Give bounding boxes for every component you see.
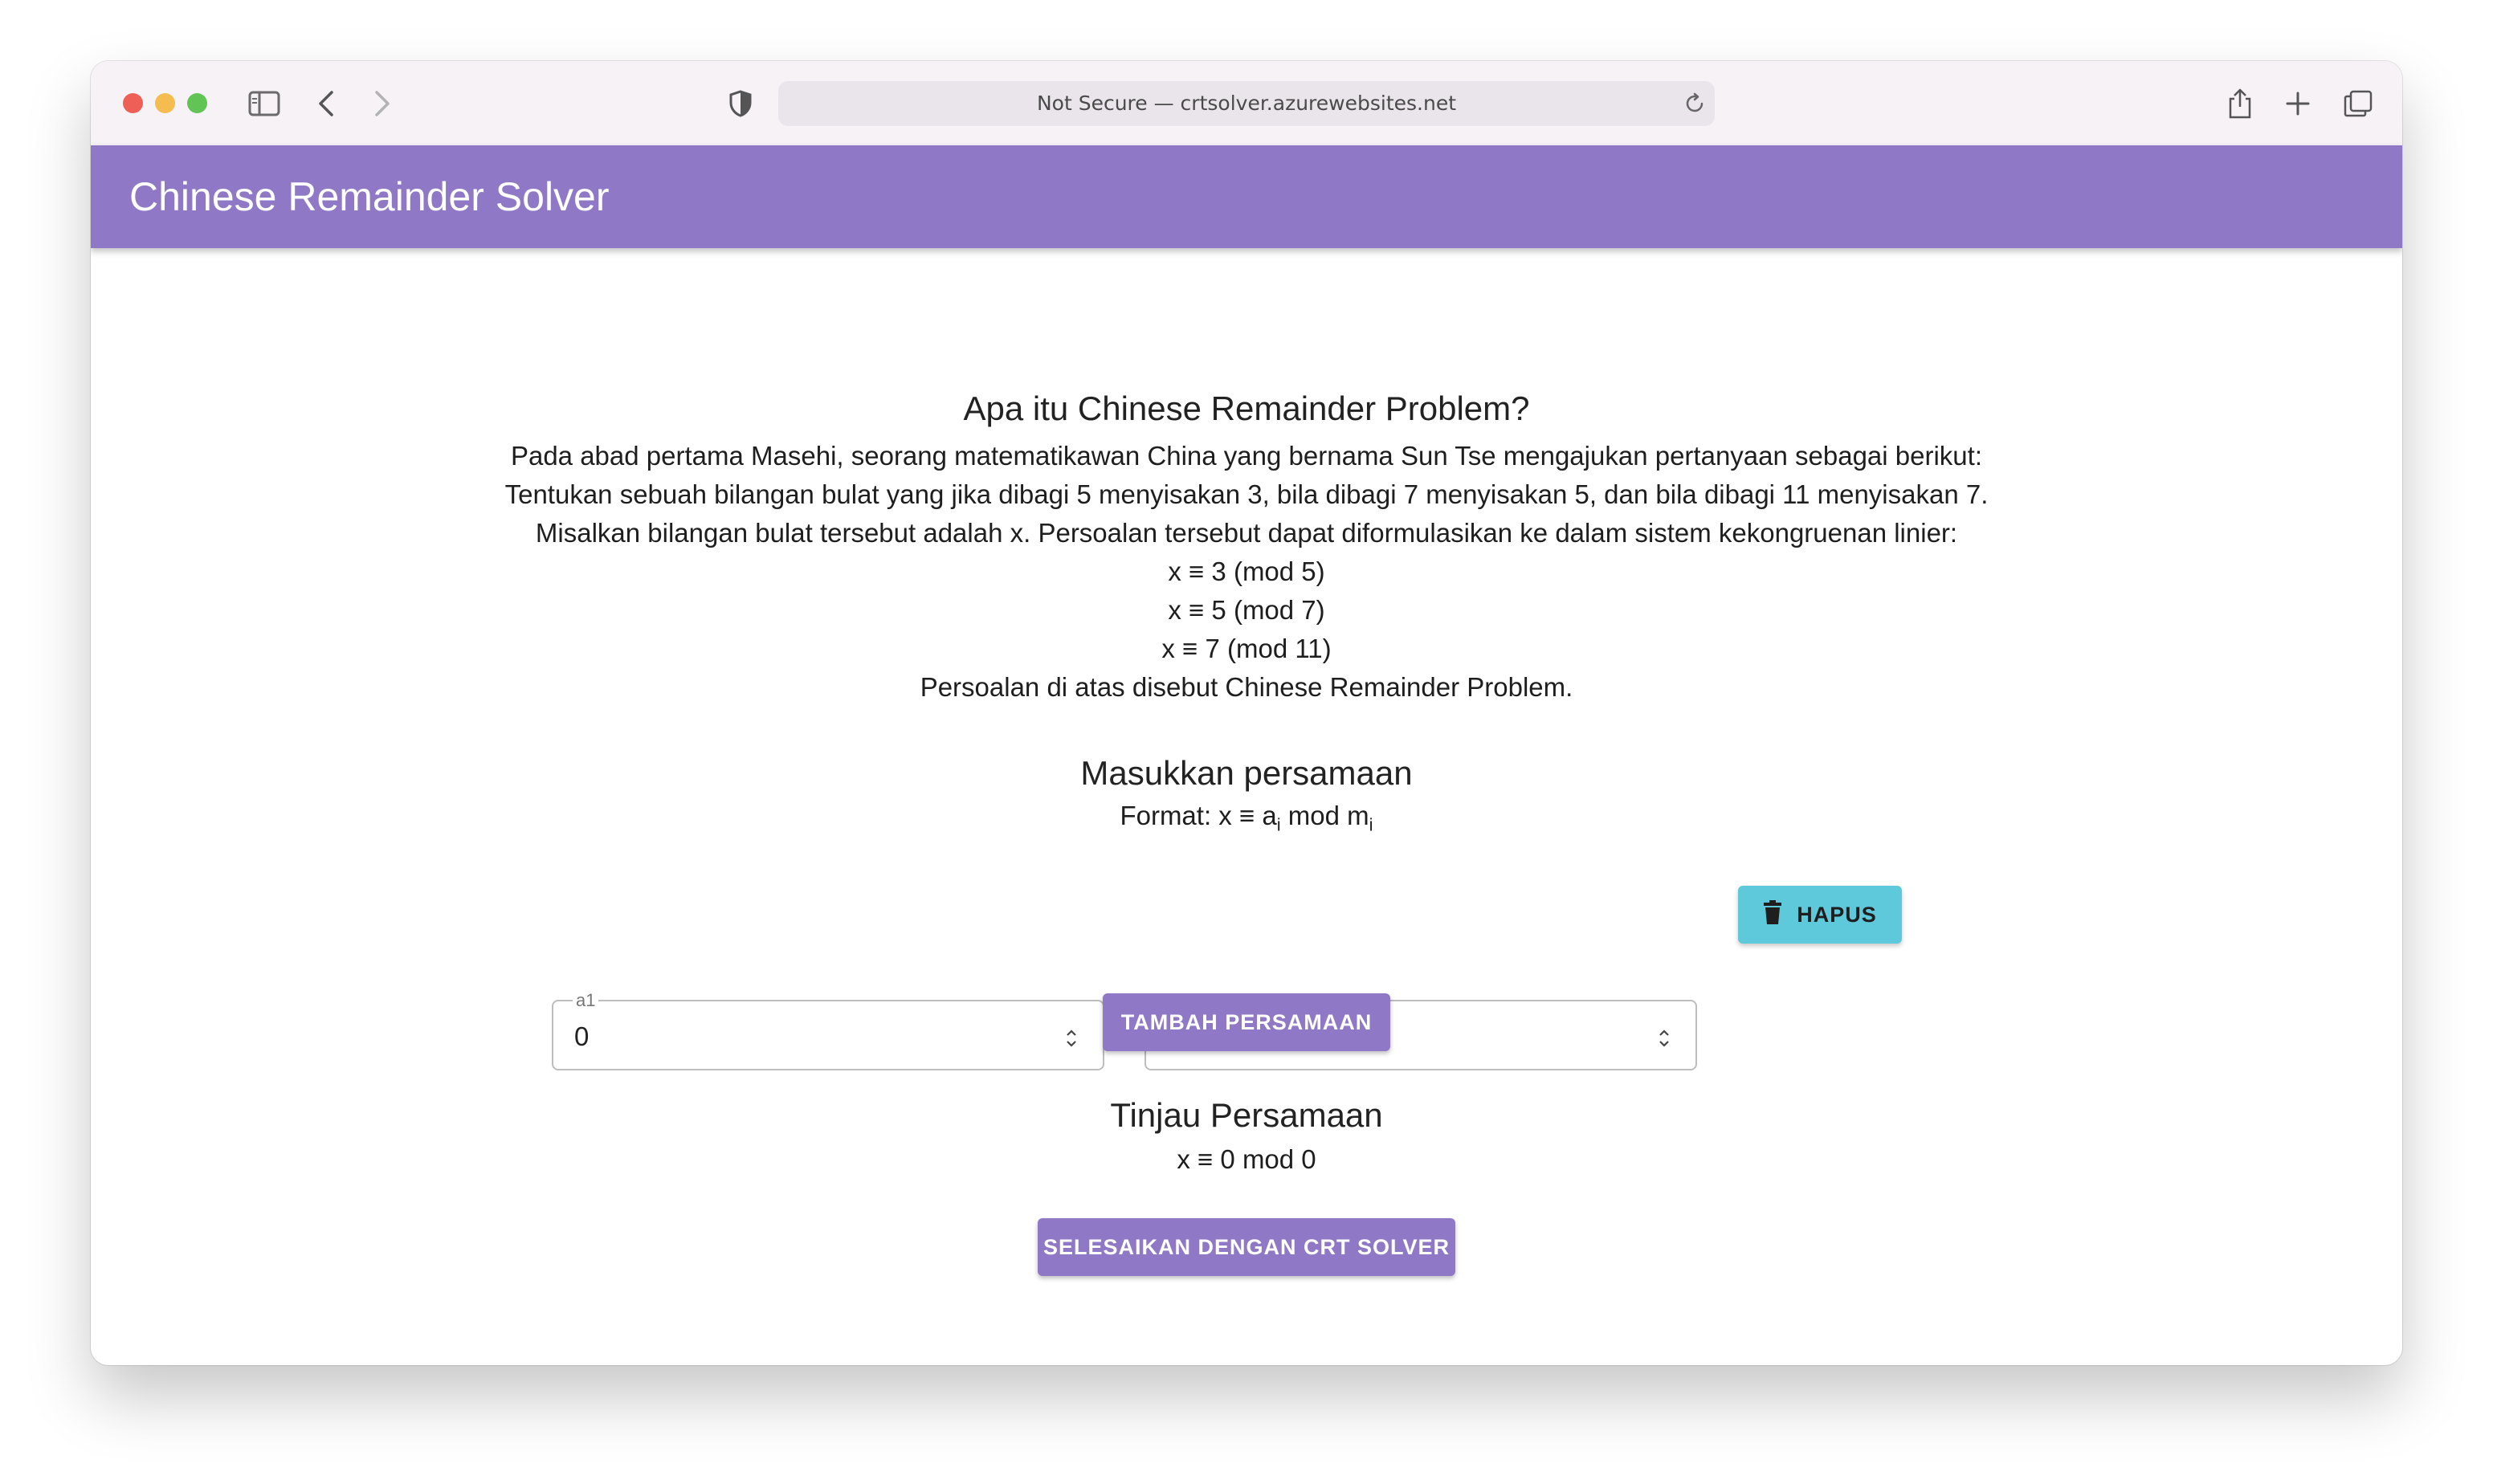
address-bar[interactable]: Not Secure — crtsolver.azurewebsites.net (778, 81, 1715, 126)
delete-button-label: HAPUS (1797, 902, 1877, 927)
solve-crt-button[interactable]: SELESAIKAN DENGAN CRT SOLVER (1038, 1218, 1455, 1276)
forward-icon[interactable] (373, 85, 391, 122)
a1-stepper-icon[interactable] (1064, 1027, 1079, 1053)
sidebar-toggle-icon[interactable] (248, 85, 280, 122)
add-equation-button[interactable]: TAMBAH PERSAMAAN (1103, 993, 1390, 1051)
review-equation: x ≡ 0 mod 0 (1177, 1144, 1316, 1174)
trash-icon (1763, 899, 1782, 930)
reload-icon[interactable] (1683, 92, 1707, 119)
privacy-shield-icon[interactable] (728, 85, 753, 122)
minimize-window-button[interactable] (155, 93, 175, 113)
new-tab-icon[interactable] (2285, 85, 2311, 122)
browser-window: Not Secure — crtsolver.azurewebsites.net… (91, 61, 2402, 1365)
app-bar: Chinese Remainder Solver (91, 145, 2402, 248)
a1-value[interactable]: 0 (574, 1001, 589, 1072)
intro-line-2: Tentukan sebuah bilangan bulat yang jika… (504, 479, 1989, 509)
tab-overview-icon[interactable] (2343, 85, 2373, 122)
intro-line-3: Misalkan bilangan bulat tersebut adalah … (535, 518, 1958, 548)
congruence-2: x ≡ 5 (mod 7) (1168, 595, 1325, 625)
congruence-1: x ≡ 3 (mod 5) (1168, 556, 1325, 586)
delete-equation-button[interactable]: HAPUS (1738, 886, 1902, 944)
url-text: Not Secure — crtsolver.azurewebsites.net (1036, 92, 1457, 115)
review-heading: Tinjau Persamaan (1110, 1096, 1383, 1134)
format-hint: Format: x ≡ ai mod mi (1120, 801, 1373, 835)
close-window-button[interactable] (123, 93, 143, 113)
input-heading: Masukkan persamaan (1080, 754, 1413, 792)
intro-line-conclusion: Persoalan di atas disebut Chinese Remain… (920, 672, 1573, 702)
a1-input[interactable]: a1 0 (552, 990, 1104, 1072)
back-icon[interactable] (317, 85, 335, 122)
congruence-3: x ≡ 7 (mod 11) (1161, 634, 1332, 663)
browser-toolbar: Not Secure — crtsolver.azurewebsites.net (91, 61, 2402, 146)
app-title: Chinese Remainder Solver (129, 174, 610, 219)
share-icon[interactable] (2227, 85, 2253, 122)
intro-heading: Apa itu Chinese Remainder Problem? (963, 389, 1530, 427)
m1-stepper-icon[interactable] (1657, 1027, 1671, 1053)
zoom-window-button[interactable] (187, 93, 207, 113)
intro-line-1: Pada abad pertama Masehi, seorang matema… (510, 441, 1983, 471)
